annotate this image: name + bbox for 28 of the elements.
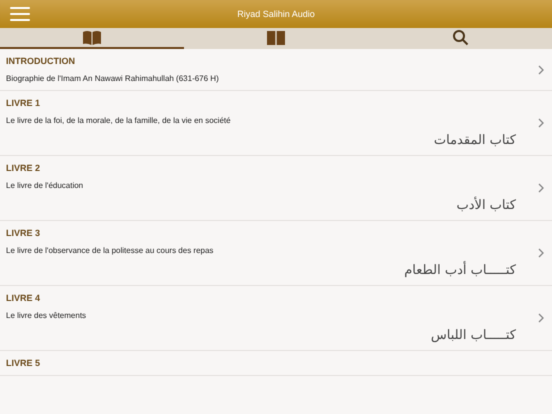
book-icon — [266, 30, 286, 46]
search-icon — [452, 29, 468, 46]
chevron-icon — [538, 313, 544, 323]
chapter-title: LIVRE 2 — [6, 163, 42, 173]
chapter-subtitle: Le livre des vêtements — [6, 311, 88, 320]
chapter-subtitle: Le livre de l'éducation — [6, 181, 84, 190]
chapter-title: LIVRE 1 — [6, 98, 42, 108]
arabic-title: كتـــــاب أدب الطعام — [404, 263, 516, 278]
menu-icon[interactable] — [10, 7, 30, 21]
tab[interactable] — [0, 28, 184, 49]
chapter-subtitle: Biographie de l'Imam An Nawawi Rahimahullah (631-676 H) — [6, 74, 220, 83]
chevron-icon — [538, 64, 544, 74]
arabic-title: كتاب المقدمات — [434, 133, 516, 148]
chapter-title: LIVRE 4 — [6, 293, 42, 303]
chapter-title: LIVRE 3 — [6, 228, 42, 238]
chapter-subtitle: Le livre de la foi, de la morale, de la famille, de la vie en société — [6, 116, 232, 125]
chevron-icon — [538, 118, 544, 128]
arabic-title: كتاب الأدب — [456, 198, 516, 213]
chapter-item[interactable]: LIVRE 5 — [0, 351, 552, 376]
chapter-item[interactable]: INTRODUCTION Biographie de l'Imam An Nawawi Rahimahullah (631-676 H) — [0, 49, 552, 91]
chapter-title: INTRODUCTION — [6, 56, 76, 66]
open-book-icon — [82, 30, 102, 46]
chevron-icon — [538, 183, 544, 193]
app-title: Riyad Salihin Audio — [237, 9, 315, 19]
chapter-subtitle: Le livre de l'observance de la politesse au cours des repas — [6, 246, 214, 255]
arabic-title: كتـــــاب اللباس — [430, 328, 516, 343]
chapter-title: LIVRE 5 — [6, 358, 42, 368]
chevron-icon — [538, 248, 544, 258]
